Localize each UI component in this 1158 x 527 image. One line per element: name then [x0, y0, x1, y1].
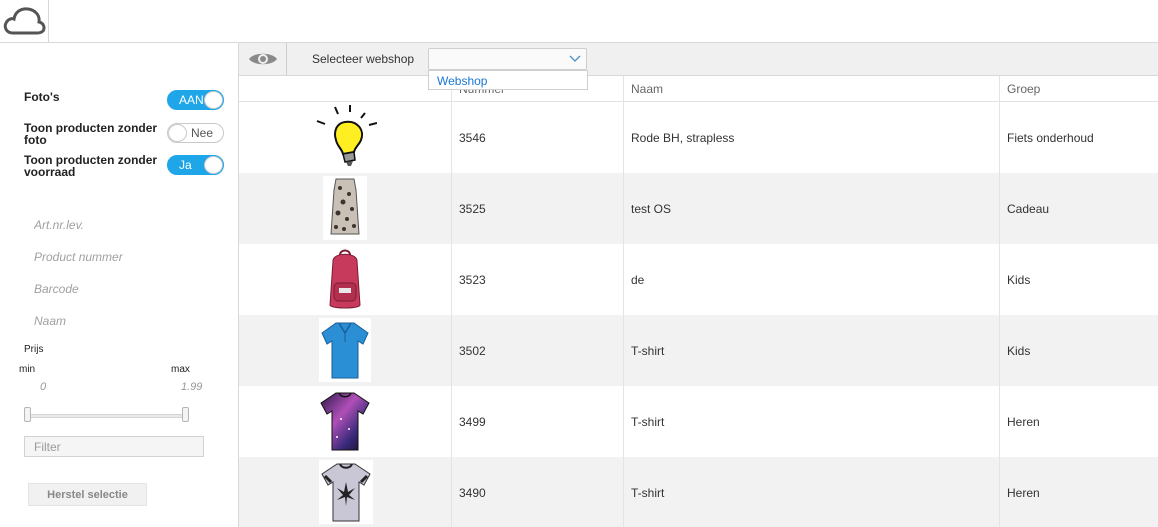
option-label-without-stock: Toon producten zonder voorraad — [24, 153, 158, 179]
art-nr-lev-input[interactable] — [34, 216, 214, 234]
table-row[interactable]: 3546 Rode BH, strapless Fiets onderhoud — [239, 102, 1158, 173]
backpack-image — [323, 247, 367, 311]
toggle-text: Ja — [179, 158, 192, 172]
price-label: Prijs — [24, 344, 44, 355]
without-photo-toggle[interactable]: Nee — [167, 123, 224, 143]
cell-naam: de — [631, 273, 645, 287]
cell-nummer: 3523 — [459, 273, 486, 287]
toggle-knob — [168, 124, 187, 142]
cell-naam: T-shirt — [631, 415, 665, 429]
option-label-without-photo: Toon producten zonder foto — [24, 121, 158, 147]
cell-nummer: 3490 — [459, 486, 486, 500]
filter-input[interactable] — [24, 436, 204, 457]
galaxy-tshirt-image — [319, 389, 371, 453]
cell-naam: T-shirt — [631, 344, 665, 358]
name-input[interactable] — [34, 312, 214, 330]
barcode-input[interactable] — [34, 280, 214, 298]
toggle-text: AAN — [179, 93, 204, 107]
dropdown-caret[interactable] — [564, 49, 586, 69]
webshop-select[interactable] — [428, 48, 587, 70]
polo-shirt-image — [319, 318, 371, 382]
without-stock-toggle[interactable]: Ja — [167, 155, 224, 175]
price-max-label: max — [171, 364, 190, 375]
cell-naam: T-shirt — [631, 486, 665, 500]
cell-groep: Kids — [1007, 344, 1031, 358]
table-row[interactable]: 3523 de Kids — [239, 244, 1158, 315]
price-slider-min-handle[interactable] — [24, 407, 31, 422]
webshop-option[interactable]: Webshop — [437, 74, 487, 88]
price-min-label: min — [19, 364, 36, 375]
table-row[interactable]: 3502 T-shirt Kids — [239, 315, 1158, 386]
header-groep[interactable]: Groep — [1007, 82, 1040, 96]
top-bar — [0, 0, 1158, 43]
webshop-dropdown-menu: Webshop — [428, 70, 588, 90]
filter-sidebar: Foto's AAN Toon producten zonder foto Ne… — [0, 43, 239, 527]
toggle-text: Nee — [190, 126, 213, 140]
cell-groep: Heren — [1007, 415, 1040, 429]
table-header: Nummer Naam Groep — [239, 76, 1158, 102]
lightbulb-icon — [316, 105, 377, 166]
column-divider — [623, 76, 624, 527]
column-divider — [451, 76, 452, 527]
eye-icon — [249, 53, 277, 65]
product-number-input[interactable] — [34, 248, 214, 266]
table-row[interactable]: 3525 test OS Cadeau — [239, 173, 1158, 244]
cell-naam: test OS — [631, 202, 672, 216]
photos-toggle[interactable]: AAN — [167, 90, 224, 110]
column-divider — [999, 76, 1000, 527]
header-naam[interactable]: Naam — [631, 82, 663, 96]
cell-nummer: 3525 — [459, 202, 486, 216]
price-slider-max-handle[interactable] — [182, 407, 189, 422]
webshop-select-label: Selecteer webshop — [312, 52, 415, 66]
toggle-knob — [204, 156, 223, 174]
reset-selection-button[interactable]: Herstel selectie — [28, 483, 147, 506]
cell-groep: Cadeau — [1007, 202, 1050, 216]
cloud-logo-icon — [3, 7, 46, 35]
toggle-knob — [204, 91, 223, 109]
cell-nummer: 3502 — [459, 344, 486, 358]
toolbar: Selecteer webshop — [239, 43, 1158, 76]
logo[interactable] — [0, 0, 49, 42]
table-row[interactable]: 3499 T-shirt Heren — [239, 386, 1158, 457]
dress-image — [323, 176, 367, 240]
cell-groep: Fiets onderhoud — [1007, 131, 1094, 145]
table-row[interactable]: 3490 T-shirt Heren — [239, 457, 1158, 527]
price-slider-track[interactable] — [27, 414, 187, 418]
price-min-value: 0 — [40, 381, 47, 393]
cell-groep: Heren — [1007, 486, 1040, 500]
cell-groep: Kids — [1007, 273, 1031, 287]
product-table: Nummer Naam Groep 3546 Rode BH, straples… — [239, 76, 1158, 527]
cell-nummer: 3546 — [459, 131, 486, 145]
view-toggle-button[interactable] — [239, 43, 287, 75]
option-label-photos: Foto's — [24, 90, 60, 104]
cell-nummer: 3499 — [459, 415, 486, 429]
cell-naam: Rode BH, strapless — [631, 131, 735, 145]
chevron-down-icon — [569, 55, 581, 62]
print-tshirt-image — [319, 460, 373, 524]
price-max-value: 1.99 — [181, 381, 203, 393]
